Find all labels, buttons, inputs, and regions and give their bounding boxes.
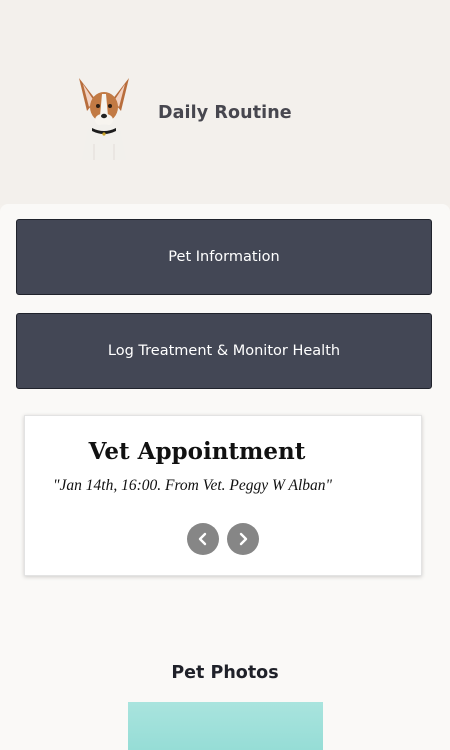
pet-photos-heading: Pet Photos — [171, 663, 279, 683]
pet-information-button[interactable]: Pet Information — [16, 219, 432, 295]
pet-information-label: Pet Information — [168, 249, 280, 265]
appointment-title: Vet Appointment — [88, 438, 306, 465]
pet-photo-thumbnail[interactable] — [128, 702, 323, 750]
carousel-prev-button[interactable] — [187, 523, 219, 555]
log-treatment-button[interactable]: Log Treatment & Monitor Health — [16, 313, 432, 389]
log-treatment-label: Log Treatment & Monitor Health — [107, 343, 341, 359]
appointment-carousel: Vet Appointment "Jan 14th, 16:00. From V… — [24, 415, 422, 576]
chevron-right-icon — [239, 532, 248, 546]
header-section: Daily Routine — [0, 0, 450, 205]
page-title: Daily Routine — [158, 103, 292, 123]
chevron-left-icon — [198, 532, 207, 546]
carousel-next-button[interactable] — [227, 523, 259, 555]
appointment-quote: "Jan 14th, 16:00. From Vet. Peggy W Alba… — [53, 477, 333, 494]
dog-avatar-icon — [74, 74, 134, 160]
